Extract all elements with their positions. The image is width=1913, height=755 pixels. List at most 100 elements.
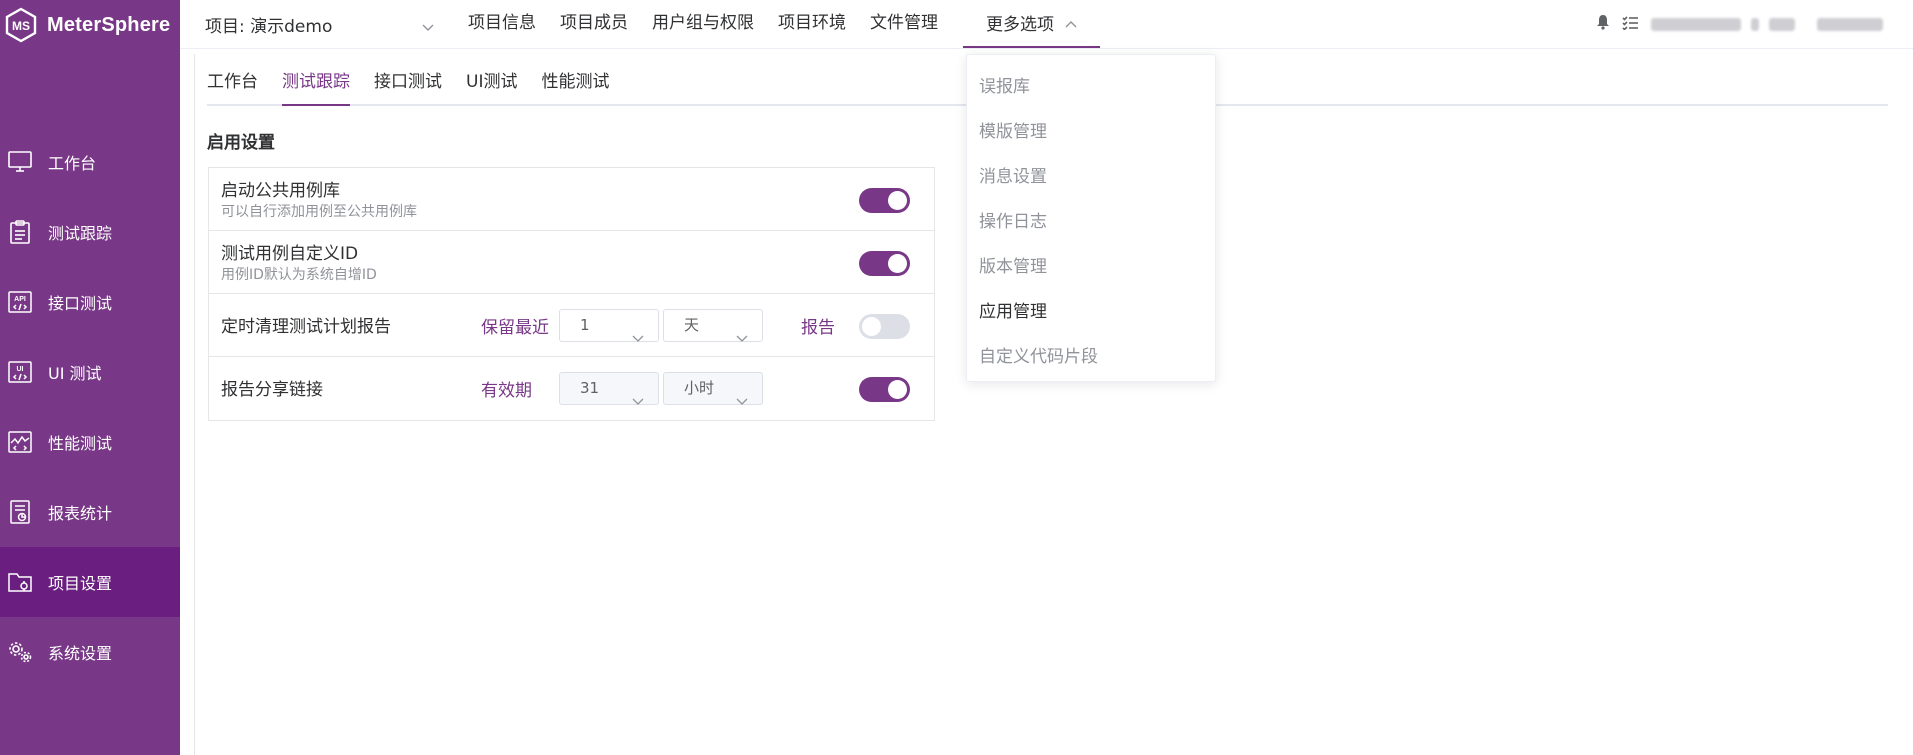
- tab-ui-test[interactable]: UI测试: [466, 66, 517, 106]
- setting-title: 报告分享链接: [221, 380, 323, 400]
- menu-more-options[interactable]: 更多选项: [963, 0, 1101, 48]
- sidebar-item-label: 报表统计: [48, 504, 113, 523]
- tab-workbench[interactable]: 工作台: [207, 66, 258, 106]
- setting-description: 用例ID默认为系统自增ID: [221, 267, 377, 283]
- sidebar-item-label: UI 测试: [48, 364, 102, 383]
- svg-text:API: API: [14, 296, 26, 303]
- settings-list: 启动公共用例库 可以自行添加用例至公共用例库 测试用例自定义ID 用例ID默认为…: [208, 167, 935, 421]
- menu-project-environment[interactable]: 项目环境: [766, 0, 858, 48]
- tab-api-test[interactable]: 接口测试: [374, 66, 442, 106]
- select-value: 1: [580, 316, 590, 334]
- keep-recent-label: 保留最近: [481, 318, 549, 338]
- chevron-down-icon: [736, 323, 748, 354]
- chevron-down-icon: [421, 17, 435, 37]
- share-validity-count-select[interactable]: 31: [559, 372, 659, 405]
- metersphere-logo-icon: MS: [2, 6, 40, 44]
- setting-description: 可以自行添加用例至公共用例库: [221, 204, 417, 220]
- performance-icon: [8, 430, 32, 454]
- chevron-down-icon: [736, 386, 748, 417]
- chevron-down-icon: [632, 386, 644, 417]
- project-select-label: 项目: 演示demo: [205, 16, 333, 37]
- setting-report-share-link: 报告分享链接 有效期 31 小时: [209, 357, 934, 420]
- more-options-label: 更多选项: [986, 15, 1054, 35]
- menu-item-message-settings[interactable]: 消息设置: [967, 155, 1215, 200]
- setting-custom-case-id: 测试用例自定义ID 用例ID默认为系统自增ID: [209, 231, 934, 294]
- setting-title: 定时清理测试计划报告: [221, 317, 391, 337]
- menu-project-members[interactable]: 项目成员: [548, 0, 640, 48]
- clipboard-icon: [8, 220, 32, 244]
- gears-icon: [8, 640, 32, 664]
- tab-performance-test[interactable]: 性能测试: [541, 66, 609, 106]
- setting-title: 测试用例自定义ID: [221, 244, 359, 264]
- toggle-knob: [862, 317, 881, 336]
- menu-user-group-permissions[interactable]: 用户组与权限: [640, 0, 766, 48]
- sidebar-item-project-settings[interactable]: 项目设置: [0, 547, 180, 617]
- svg-text:UI: UI: [17, 366, 24, 373]
- setting-public-case-library: 启动公共用例库 可以自行添加用例至公共用例库: [209, 168, 934, 231]
- menu-item-false-positive-library[interactable]: 误报库: [967, 65, 1215, 110]
- share-validity-unit-select[interactable]: 小时: [663, 372, 763, 405]
- menu-item-app-management[interactable]: 应用管理: [967, 290, 1215, 335]
- toggle-knob: [888, 254, 907, 273]
- toggle-knob: [888, 191, 907, 210]
- toggle-knob: [888, 380, 907, 399]
- monitor-icon: [8, 150, 32, 174]
- more-options-dropdown: 误报库 模版管理 消息设置 操作日志 版本管理 应用管理 自定义代码片段: [966, 54, 1216, 382]
- bell-icon[interactable]: [1596, 14, 1610, 34]
- cleanup-unit-select[interactable]: 天: [663, 309, 763, 342]
- report-share-toggle[interactable]: [859, 377, 910, 402]
- task-list-icon[interactable]: [1622, 15, 1639, 34]
- menu-item-custom-code-snippets[interactable]: 自定义代码片段: [967, 335, 1215, 380]
- report-icon: [8, 500, 32, 524]
- sidebar-item-label: 项目设置: [48, 574, 113, 593]
- tab-test-track[interactable]: 测试跟踪: [282, 66, 350, 106]
- sidebar-item-report[interactable]: 报表统计: [0, 477, 180, 547]
- sidebar-item-system-settings[interactable]: 系统设置: [0, 617, 180, 687]
- menu-item-version-management[interactable]: 版本管理: [967, 245, 1215, 290]
- sidebar-item-performance-test[interactable]: 性能测试: [0, 407, 180, 477]
- app-logo[interactable]: MS MeterSphere: [0, 0, 180, 50]
- ui-test-icon: UI: [8, 360, 32, 384]
- sidebar-item-ui-test[interactable]: UI UI 测试: [0, 337, 180, 407]
- header-right-tools: [1596, 14, 1883, 34]
- workspace-selector-blurred[interactable]: [1651, 17, 1741, 31]
- report-label: 报告: [801, 318, 835, 338]
- cleanup-count-select[interactable]: 1: [559, 309, 659, 342]
- menu-file-management[interactable]: 文件管理: [858, 0, 950, 48]
- menu-item-operation-log[interactable]: 操作日志: [967, 200, 1215, 245]
- menu-item-template-management[interactable]: 模版管理: [967, 110, 1215, 155]
- validity-label: 有效期: [481, 381, 532, 401]
- chevron-down-icon: [632, 323, 644, 354]
- language-blurred[interactable]: [1769, 17, 1795, 31]
- svg-text:MS: MS: [12, 19, 30, 33]
- setting-title: 启动公共用例库: [221, 181, 340, 201]
- sidebar: MS MeterSphere 工作台 测试跟踪 API 接口测试 UI UI 测…: [0, 0, 180, 755]
- user-menu-blurred[interactable]: [1817, 17, 1883, 31]
- sidebar-item-label: 系统设置: [48, 644, 113, 663]
- top-menu: 项目信息 项目成员 用户组与权限 项目环境 文件管理 更多选项: [456, 0, 1101, 49]
- sidebar-item-label: 测试跟踪: [48, 224, 113, 243]
- folder-settings-icon: [8, 570, 32, 594]
- api-icon: API: [8, 290, 32, 314]
- project-select[interactable]: 项目: 演示demo: [205, 10, 435, 38]
- report-cleanup-toggle[interactable]: [859, 314, 910, 339]
- separator-blurred: [1751, 17, 1759, 31]
- sidebar-item-test-track[interactable]: 测试跟踪: [0, 197, 180, 267]
- select-value: 31: [580, 379, 600, 397]
- select-value: 天: [684, 316, 700, 334]
- sidebar-nav: 工作台 测试跟踪 API 接口测试 UI UI 测试 性能测试 报表统计 项目设…: [0, 127, 180, 687]
- app-name: MeterSphere: [47, 13, 171, 36]
- public-case-library-toggle[interactable]: [859, 188, 910, 213]
- select-value: 小时: [684, 379, 715, 397]
- section-title: 启用设置: [207, 133, 275, 153]
- sidebar-item-label: 接口测试: [48, 294, 113, 313]
- custom-case-id-toggle[interactable]: [859, 251, 910, 276]
- sidebar-item-api-test[interactable]: API 接口测试: [0, 267, 180, 337]
- chevron-up-icon: [1065, 0, 1077, 46]
- menu-project-info[interactable]: 项目信息: [456, 0, 548, 48]
- setting-report-cleanup: 定时清理测试计划报告 保留最近 1 天 报告: [209, 294, 934, 357]
- sidebar-item-workbench[interactable]: 工作台: [0, 127, 180, 197]
- sidebar-item-label: 性能测试: [48, 434, 113, 453]
- top-header: 项目: 演示demo 项目信息 项目成员 用户组与权限 项目环境 文件管理 更多…: [180, 0, 1913, 49]
- sidebar-item-label: 工作台: [48, 154, 97, 173]
